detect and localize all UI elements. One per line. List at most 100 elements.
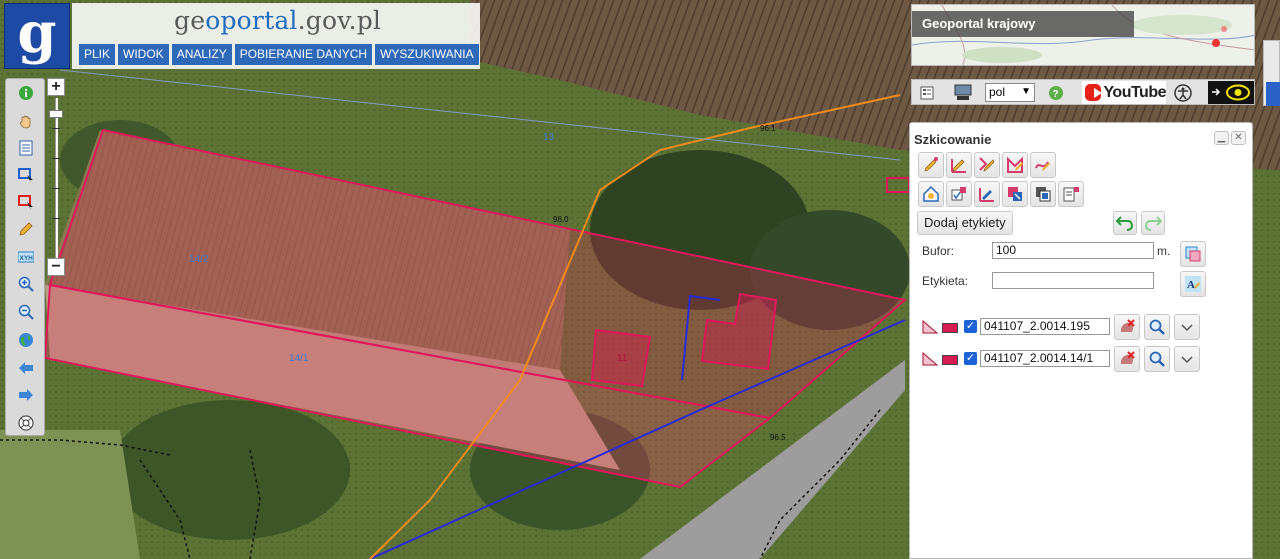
zoom-minus-button[interactable]: − (47, 258, 65, 276)
layers-list-icon[interactable] (17, 139, 35, 157)
panel-controls: ▁ ✕ (1214, 131, 1246, 145)
delete-icon (1120, 351, 1135, 364)
wms-icon[interactable] (954, 84, 972, 101)
youtube-play-icon (1085, 84, 1103, 101)
map-label-96-1: 96.1 (760, 124, 776, 133)
zoom-slider: + − (46, 78, 66, 276)
menu-pobieranie-danych[interactable]: POBIERANIE DANYCH (234, 44, 373, 65)
visibility-checkbox[interactable]: ✓ (964, 352, 977, 365)
youtube-label: YouTube (1103, 83, 1166, 101)
contrast-toggle[interactable] (1208, 81, 1254, 104)
minimize-icon[interactable]: ▁ (1214, 131, 1229, 145)
magnifier-icon (1149, 319, 1165, 335)
draw-polyline-icon (979, 157, 995, 172)
delete-icon (1120, 319, 1135, 332)
label-input[interactable] (992, 272, 1154, 289)
geoportal-logo[interactable]: g (4, 3, 70, 69)
measure-icon (979, 188, 994, 202)
map-label-96-5: 96.5 (770, 433, 786, 442)
youtube-button[interactable]: YouTube (1082, 81, 1166, 104)
properties-icon (1063, 187, 1079, 202)
language-select[interactable]: pol ▼ (985, 83, 1035, 102)
import-icon (923, 185, 939, 202)
map-label-13: 13 (543, 132, 555, 143)
draw-polygon-icon (1007, 156, 1023, 173)
copy-layer-icon (1036, 187, 1051, 202)
back-arrow-icon[interactable] (17, 359, 35, 377)
xyh-icon[interactable]: XYH (17, 248, 35, 266)
delete-sketch-button[interactable] (1114, 346, 1140, 372)
svg-text:XYH: XYH (20, 255, 34, 262)
undo-button[interactable] (1113, 211, 1137, 235)
zoom-track[interactable] (55, 98, 58, 258)
measure-button[interactable] (974, 181, 1000, 207)
polygon-type-icon (922, 320, 938, 334)
zoom-tick (52, 158, 60, 159)
delete-sketch-button[interactable] (1114, 314, 1140, 340)
close-icon[interactable]: ✕ (1231, 131, 1246, 145)
properties-button[interactable] (1058, 181, 1084, 207)
accessibility-icon[interactable] (1174, 83, 1192, 102)
sketch-row-2: ✓ 041107_2.0014.14/1 (922, 345, 1242, 375)
zoom-thumb[interactable] (49, 110, 63, 118)
label-apply-button[interactable]: A (1180, 271, 1206, 297)
eye-icon (1212, 84, 1250, 101)
chevron-down-icon (1181, 356, 1193, 364)
info-icon[interactable] (17, 84, 35, 102)
select-edit-button[interactable] (946, 181, 972, 207)
pencil-icon[interactable] (17, 220, 35, 238)
buffer-label: Bufor: (922, 244, 955, 258)
pan-hand-icon[interactable] (17, 112, 35, 130)
zoom-to-sketch-button[interactable] (1144, 314, 1170, 340)
select-edit-icon (951, 187, 966, 201)
menu-plik[interactable]: PLIK (79, 44, 116, 65)
expand-sketch-button[interactable] (1174, 346, 1200, 372)
zoom-to-sketch-button[interactable] (1144, 346, 1170, 372)
import-button[interactable] (918, 181, 944, 207)
help-circle-icon[interactable] (17, 414, 35, 432)
menu-widok[interactable]: WIDOK (118, 44, 169, 65)
svg-text:?: ? (1053, 89, 1059, 100)
sketch-name-input[interactable]: 041107_2.0014.195 (980, 318, 1110, 335)
top-tool-strip: pol ▼ ? YouTube (911, 79, 1255, 105)
select-area-icon[interactable] (17, 166, 35, 184)
globe-icon[interactable] (17, 331, 35, 349)
delete-object-button[interactable] (1002, 181, 1028, 207)
select-red-icon[interactable] (17, 193, 35, 211)
chevron-down-icon: ▼ (1021, 86, 1031, 97)
zoom-in-icon[interactable] (17, 275, 35, 293)
color-swatch[interactable] (942, 355, 958, 365)
map-label-11: 11 (617, 353, 628, 364)
draw-polyline-button[interactable] (974, 152, 1000, 178)
zoom-plus-button[interactable]: + (47, 78, 65, 96)
draw-point-button[interactable] (918, 152, 944, 178)
menu-wyszukiwania[interactable]: WYSZUKIWANIA (375, 44, 479, 65)
buffer-icon (1185, 246, 1201, 262)
sketch-name-input[interactable]: 041107_2.0014.14/1 (980, 350, 1110, 367)
buffer-input[interactable]: 100 (992, 242, 1154, 259)
zoom-tick (52, 188, 60, 189)
svg-text:A: A (1187, 279, 1195, 291)
color-swatch[interactable] (942, 323, 958, 333)
add-labels-button[interactable]: Dodaj etykiety (917, 211, 1013, 235)
draw-line-button[interactable] (946, 152, 972, 178)
copy-layer-button[interactable] (1030, 181, 1056, 207)
forward-arrow-icon[interactable] (17, 386, 35, 404)
visibility-checkbox[interactable]: ✓ (964, 320, 977, 333)
sketch-row-1: ✓ 041107_2.0014.195 (922, 313, 1242, 343)
text-label-icon: A (1185, 276, 1201, 292)
legend-icon[interactable] (920, 84, 934, 101)
menu-analizy[interactable]: ANALIZY (171, 44, 232, 65)
side-widget-edge[interactable] (1266, 82, 1280, 106)
draw-point-icon (924, 157, 938, 172)
expand-sketch-button[interactable] (1174, 314, 1200, 340)
draw-freehand-button[interactable] (1030, 152, 1056, 178)
buffer-apply-button[interactable] (1180, 241, 1206, 267)
draw-polygon-button[interactable] (1002, 152, 1028, 178)
help-icon[interactable]: ? (1048, 84, 1064, 101)
redo-button[interactable] (1141, 211, 1165, 235)
brand-title: geoportal.gov.pl (174, 6, 382, 35)
zoom-tick (52, 128, 60, 129)
overview-map[interactable]: Geoportal krajowy (911, 4, 1255, 66)
zoom-out-icon[interactable] (17, 303, 35, 321)
